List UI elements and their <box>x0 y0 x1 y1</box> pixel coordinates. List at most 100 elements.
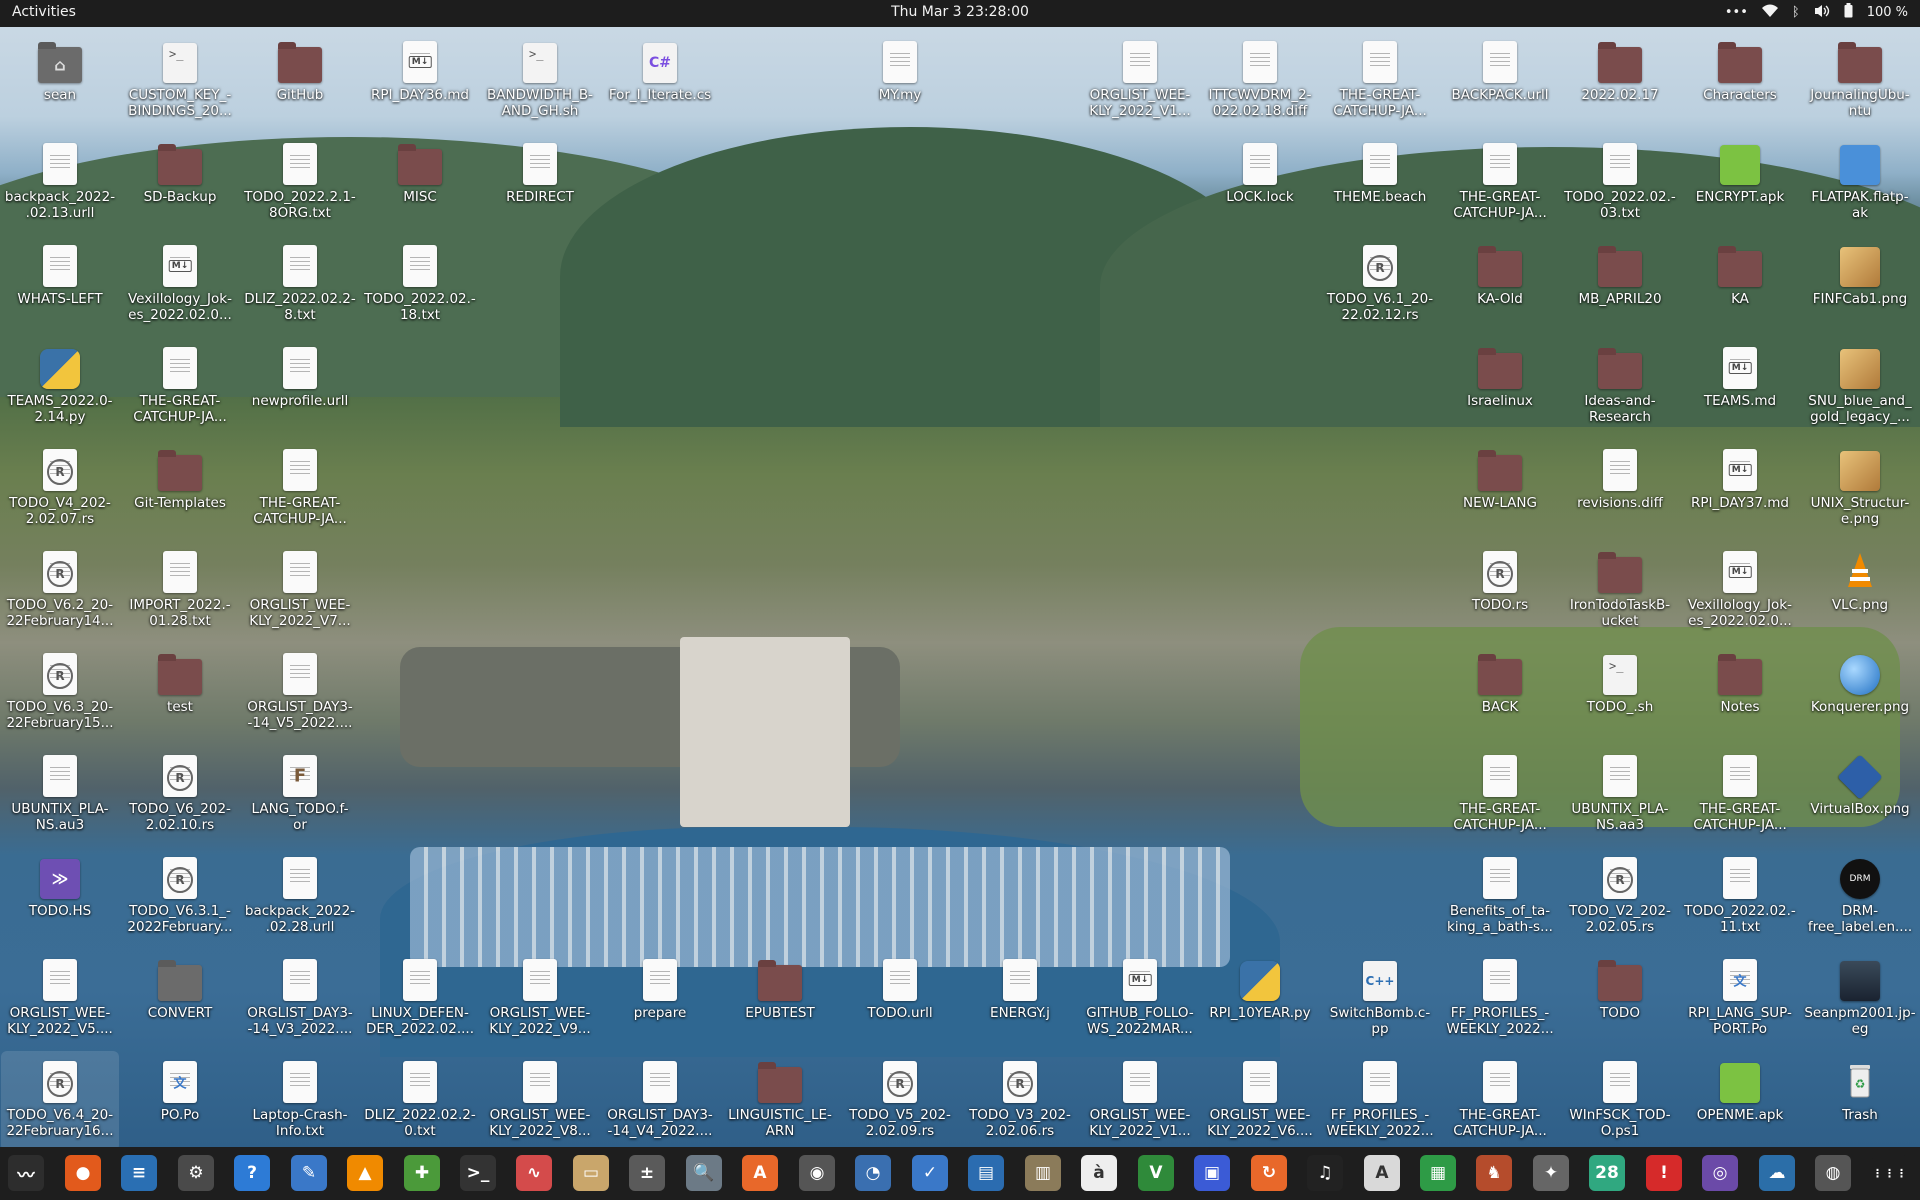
desktop-icon[interactable]: R TODO_V6.1_20- 22.02.12.rs <box>1321 235 1439 335</box>
activities-button[interactable]: Activities <box>12 4 76 20</box>
backup-icon[interactable]: ↻ <box>1251 1155 1287 1191</box>
desktop-icon[interactable]: BACK <box>1441 643 1559 743</box>
system-tray[interactable]: ••• ᛒ 100 % <box>1725 3 1908 22</box>
desktop-icon[interactable]: ⌂ sean <box>1 31 119 131</box>
desktop-icon[interactable]: ≫ TODO.HS <box>1 847 119 947</box>
desktop-icon[interactable]: Konquerer.png <box>1801 643 1919 743</box>
desktop-icon[interactable]: THE-GREAT- CATCHUP-JA... <box>1441 133 1559 233</box>
desktop-icon[interactable]: WHATS-LEFT <box>1 235 119 335</box>
archive-icon[interactable]: ▥ <box>1025 1155 1061 1191</box>
battery-icon[interactable] <box>1844 3 1853 22</box>
desktop-icon[interactable]: REDIRECT <box>481 133 599 233</box>
desktop-icon[interactable]: Characters <box>1681 31 1799 131</box>
desktop-icon[interactable]: R TODO_V6.3_20- 22February15... <box>1 643 119 743</box>
desktop-icon[interactable]: FF_PROFILES_- WEEKLY_2022... <box>1321 1051 1439 1151</box>
music-icon[interactable]: ♫ <box>1307 1155 1343 1191</box>
disk-usage-icon[interactable]: ◔ <box>855 1155 891 1191</box>
desktop-icon[interactable]: R TODO_V6_202- 2.02.10.rs <box>121 745 239 845</box>
desktop-icon[interactable]: test <box>121 643 239 743</box>
text-editor-icon[interactable]: ✎ <box>291 1155 327 1191</box>
desktop-icon[interactable]: ORGLIST_WEE- KLY_2022_V1... <box>1081 1051 1199 1151</box>
desktop-icon[interactable]: F LANG_TODO.f-or <box>241 745 359 845</box>
desktop-icon[interactable]: CONVERT <box>121 949 239 1049</box>
desktop-icon[interactable]: M↓ Vexillology_Jok-es_2022.02.0... <box>1681 541 1799 641</box>
desktop-icon[interactable]: FF_PROFILES_- WEEKLY_2022... <box>1441 949 1559 1049</box>
desktop-icon[interactable]: M↓ TEAMS.md <box>1681 337 1799 437</box>
desktop-icon[interactable]: Benefits_of_ta-king_a_bath-s... <box>1441 847 1559 947</box>
desktop-icon[interactable]: ORGLIST_WEE- KLY_2022_V7... <box>241 541 359 641</box>
waveform-icon[interactable]: ∿ <box>516 1155 552 1191</box>
menu-dots-icon[interactable]: ••• <box>1725 5 1748 20</box>
scanner-icon[interactable]: ▤ <box>968 1155 1004 1191</box>
desktop-icon[interactable]: THE-GREAT- CATCHUP-JA... <box>1441 1051 1559 1151</box>
desktop-icon[interactable]: ITTCWVDRM_2- 022.02.18.diff <box>1201 31 1319 131</box>
desktop-icon[interactable]: THEME.beach <box>1321 133 1439 233</box>
desktop-icon[interactable]: R TODO_V2_202- 2.02.05.rs <box>1561 847 1679 947</box>
desktop-icon[interactable]: OPENME.apk <box>1681 1051 1799 1151</box>
desktop-icon[interactable]: MISC <box>361 133 479 233</box>
volume-icon[interactable] <box>1814 4 1830 22</box>
desktop-icon[interactable]: IMPORT_2022.- 01.28.txt <box>121 541 239 641</box>
camera-icon[interactable]: ◎ <box>1702 1155 1738 1191</box>
desktop-icon[interactable]: TODO_2022.02.- 18.txt <box>361 235 479 335</box>
desktop-icon[interactable]: DLIZ_2022.02.2- 0.txt <box>361 1051 479 1151</box>
desktop-icon[interactable]: FINFCab1.png <box>1801 235 1919 335</box>
desktop-icon[interactable]: Laptop-Crash- Info.txt <box>241 1051 359 1151</box>
image-viewer-icon[interactable]: 🔍 <box>686 1155 722 1191</box>
desktop-icon[interactable]: TODO_2022.02.- 11.txt <box>1681 847 1799 947</box>
bluetooth-icon[interactable]: ᛒ <box>1792 5 1800 20</box>
desktop-icon[interactable]: NEW-LANG <box>1441 439 1559 539</box>
desktop-icon[interactable]: Git-Templates <box>121 439 239 539</box>
desktop-icon[interactable]: R TODO_V6.2_20- 22February14... <box>1 541 119 641</box>
desktop-icon[interactable]: VLC.png <box>1801 541 1919 641</box>
desktop-icon[interactable]: ORGLIST_WEE- KLY_2022_V9... <box>481 949 599 1049</box>
desktop-icon[interactable]: ORGLIST_WEE- KLY_2022_V8... <box>481 1051 599 1151</box>
desktop-icon[interactable]: prepare <box>601 949 719 1049</box>
desktop-icon[interactable]: Israelinux <box>1441 337 1559 437</box>
desktop-icon[interactable]: TEAMS_2022.0- 2.14.py <box>1 337 119 437</box>
wifi-icon[interactable] <box>1761 4 1778 22</box>
tasks-icon[interactable]: ✓ <box>912 1155 948 1191</box>
weather-icon[interactable]: ☁ <box>1759 1155 1795 1191</box>
disc-icon[interactable]: ◉ <box>799 1155 835 1191</box>
desktop-icon[interactable]: M↓ Vexillology_Jok-es_2022.02.0... <box>121 235 239 335</box>
desktop-icon[interactable]: R TODO_V6.4_20- 22February16... <box>1 1051 119 1151</box>
terminal-icon[interactable]: >_ <box>460 1155 496 1191</box>
desktop-icon[interactable]: THE-GREAT- CATCHUP-JA... <box>1321 31 1439 131</box>
desktop-icon[interactable]: R TODO_V5_202- 2.02.09.rs <box>841 1051 959 1151</box>
desktop-icon[interactable]: newprofile.urll <box>241 337 359 437</box>
desktop-icon[interactable]: DLIZ_2022.02.2- 8.txt <box>241 235 359 335</box>
screenshot-icon[interactable]: ▣ <box>1194 1155 1230 1191</box>
desktop-icon[interactable]: LINGUISTIC_LE- ARN <box>721 1051 839 1151</box>
calendar-icon[interactable]: 28 <box>1589 1155 1625 1191</box>
game-icon[interactable]: ♞ <box>1476 1155 1512 1191</box>
desktop-icon[interactable]: VirtualBox.png <box>1801 745 1919 845</box>
desktop-icon[interactable]: THE-GREAT- CATCHUP-JA... <box>1681 745 1799 845</box>
desktop-icon[interactable]: R TODO_V4_202- 2.02.07.rs <box>1 439 119 539</box>
desktop-icon[interactable]: ORGLIST_DAY3- -14_V5_2022.... <box>241 643 359 743</box>
desktop-icon[interactable]: THE-GREAT- CATCHUP-JA... <box>1441 745 1559 845</box>
desktop-icon[interactable]: >_ CUSTOM_KEY_- BINDINGS_20... <box>121 31 239 131</box>
spreadsheet-icon[interactable]: ▦ <box>1420 1155 1456 1191</box>
vlc-icon[interactable]: ▲ <box>347 1155 383 1191</box>
desktop-icon[interactable]: UBUNTIX_PLA- NS.aa3 <box>1561 745 1679 845</box>
files-icon[interactable]: ▭ <box>573 1155 609 1191</box>
desktop-icon[interactable]: TODO.urll <box>841 949 959 1049</box>
desktop-icon[interactable]: M↓ GITHUB_FOLLO- WS_2022MAR... <box>1081 949 1199 1049</box>
desktop-icon[interactable]: M↓ RPI_DAY36.md <box>361 31 479 131</box>
desktop-icon[interactable]: JournalingUbu-ntu <box>1801 31 1919 131</box>
desktop-icon[interactable]: ORGLIST_WEE- KLY_2022_V6.... <box>1201 1051 1319 1151</box>
software-center-icon[interactable]: A <box>742 1155 778 1191</box>
desktop-icon[interactable]: IronTodoTaskB-ucket <box>1561 541 1679 641</box>
desktop-icon[interactable]: ORGLIST_WEE- KLY_2022_V5.... <box>1 949 119 1049</box>
desktop-icon[interactable]: EPUBTEST <box>721 949 839 1049</box>
desktop-icon[interactable]: >_ TODO_.sh <box>1561 643 1679 743</box>
desktop-icon[interactable]: R TODO_V6.3.1_- 2022February... <box>121 847 239 947</box>
desktop-icon[interactable]: RPI_10YEAR.py <box>1201 949 1319 1049</box>
character-map-icon[interactable]: à <box>1081 1155 1117 1191</box>
desktop-icon[interactable]: 2022.02.17 <box>1561 31 1679 131</box>
desktop-icon[interactable]: C# For_I_Iterate.cs <box>601 31 719 131</box>
desktop-icon[interactable]: DRM DRM-free_label.en.... <box>1801 847 1919 947</box>
calculator-icon[interactable]: ± <box>629 1155 665 1191</box>
desktop-icon[interactable]: MB_APRIL20 <box>1561 235 1679 335</box>
